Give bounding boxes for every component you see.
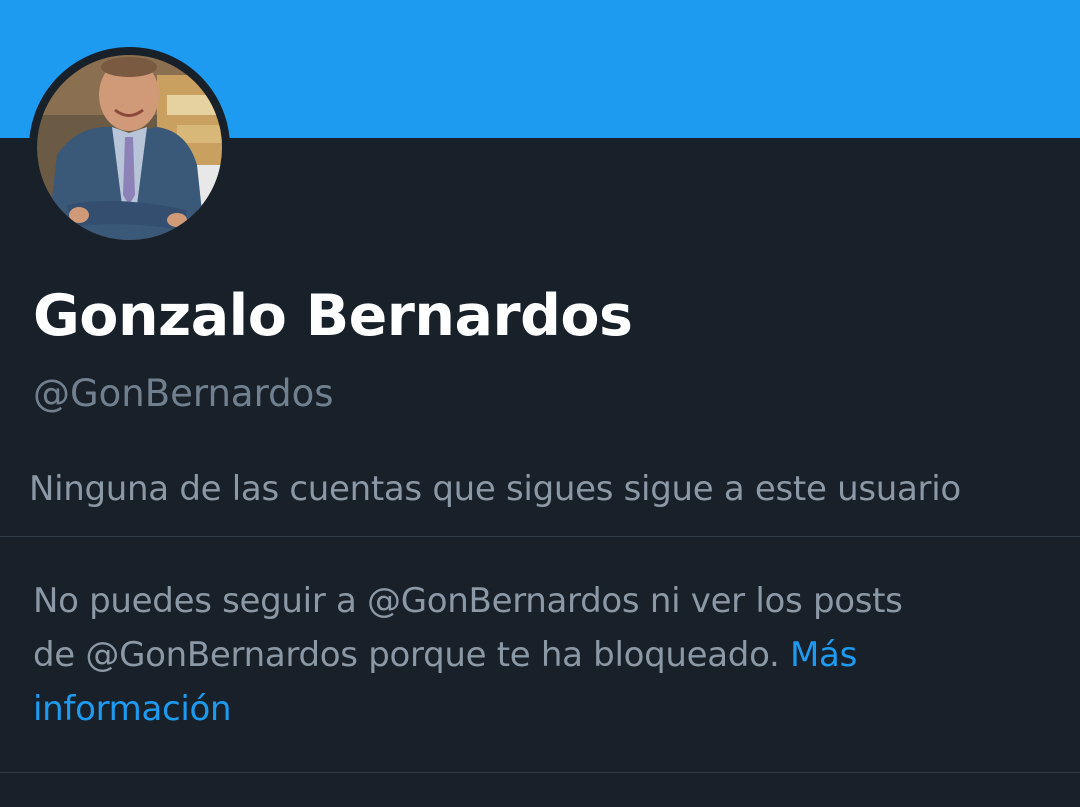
avatar-photo <box>37 55 222 240</box>
username-handle: @GonBernardos <box>33 372 334 415</box>
avatar[interactable] <box>29 47 230 248</box>
display-name: Gonzalo Bernardos <box>33 283 633 349</box>
divider <box>0 772 1080 773</box>
more-info-link-label-2[interactable]: información <box>33 689 232 729</box>
divider <box>0 536 1080 537</box>
blocked-notice-line-1: No puedes seguir a @GonBernardos ni ver … <box>33 581 903 621</box>
blocked-notice: No puedes seguir a @GonBernardos ni ver … <box>33 574 1043 736</box>
blocked-notice-line-2: de @GonBernardos porque te ha bloqueado. <box>33 635 780 675</box>
more-info-link-label-1[interactable]: Más <box>790 635 857 675</box>
followers-you-know-text: Ninguna de las cuentas que sigues sigue … <box>29 469 961 509</box>
